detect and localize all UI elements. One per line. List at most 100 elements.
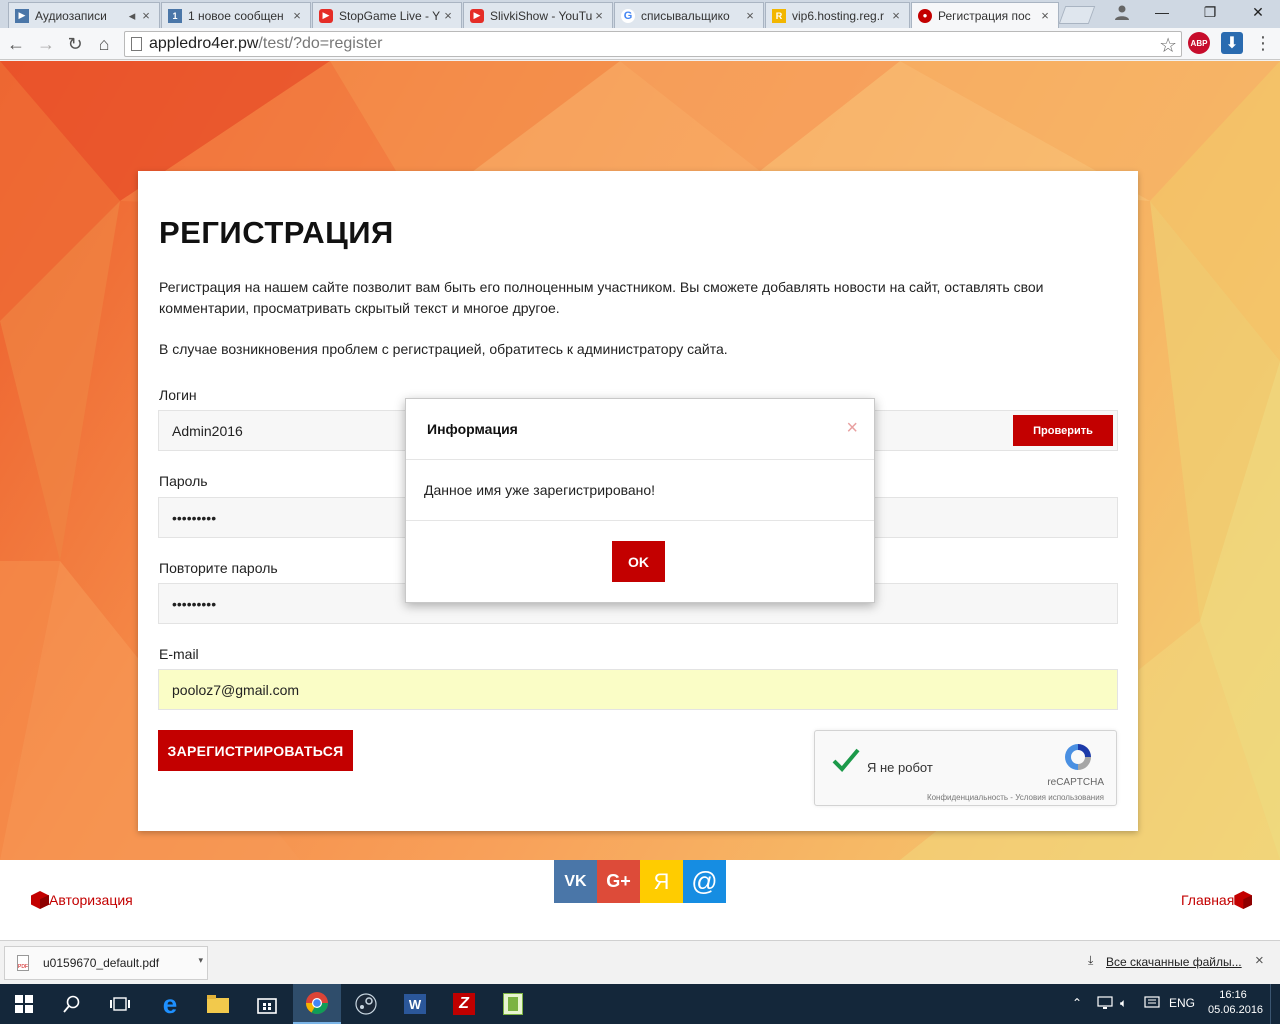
tray-expand-icon[interactable]: ⌃ [1072, 996, 1082, 1010]
check-login-button[interactable]: Проверить [1013, 415, 1113, 446]
login-value: Admin2016 [172, 422, 243, 439]
new-tab-button[interactable] [1058, 6, 1096, 24]
url-host: appledro4er.pw [149, 35, 259, 52]
ok-button[interactable]: OK [612, 541, 665, 582]
pdf-file-icon: PDF [17, 955, 29, 971]
bookmark-star-icon[interactable]: ☆ [1159, 33, 1177, 58]
close-icon[interactable]: × [846, 417, 858, 440]
close-icon[interactable]: × [441, 8, 455, 23]
info-modal: Информация × Данное имя уже зарегистриро… [405, 398, 875, 603]
recaptcha-label: Я не робот [867, 760, 933, 775]
download-bar: PDF u0159670_default.pdf ▾ ⤓ Все скачанн… [0, 940, 1280, 984]
restore-icon[interactable]: ❐ [1190, 0, 1230, 24]
repeat-password-label: Повторите пароль [159, 560, 278, 576]
start-button-windows-icon[interactable] [0, 984, 48, 1024]
vk-favicon-icon: ▶ [15, 8, 29, 23]
cube-icon [31, 891, 49, 909]
forward-icon[interactable]: → [34, 32, 58, 56]
reload-icon[interactable]: ↻ [63, 32, 87, 56]
intro-text: Регистрация на нашем сайте позволит вам … [159, 279, 1044, 316]
close-icon[interactable]: × [1255, 952, 1264, 969]
window-close-icon[interactable]: ✕ [1238, 0, 1278, 24]
close-icon[interactable]: × [139, 8, 153, 23]
home-icon[interactable]: ⌂ [92, 32, 116, 56]
windows-taskbar: e W Z ⌃ 🔈︎ ENG 16:16 05.06.2016 [0, 984, 1280, 1024]
email-input[interactable]: pooloz7@gmail.com [158, 669, 1118, 710]
language-indicator[interactable]: ENG [1169, 996, 1195, 1010]
download-item[interactable]: PDF u0159670_default.pdf ▾ [4, 946, 208, 980]
modal-divider [406, 520, 874, 521]
task-view-icon[interactable] [96, 984, 144, 1024]
search-icon[interactable] [48, 984, 96, 1024]
browser-toolbar: ← → ↻ ⌂ appledro4er.pw /test/?do=registe… [0, 28, 1280, 60]
address-bar[interactable]: appledro4er.pw /test/?do=register ☆ [124, 31, 1182, 57]
email-value: pooloz7@gmail.com [172, 681, 300, 698]
close-icon[interactable]: × [592, 8, 606, 23]
password-value: ••••••••• [172, 509, 217, 526]
notepad-plus-icon[interactable] [489, 984, 537, 1024]
youtube-favicon-icon: ▶ [470, 8, 484, 23]
user-profile-icon[interactable] [1102, 0, 1142, 24]
close-icon[interactable]: × [290, 8, 304, 23]
help-text: В случае возникновения проблем с регистр… [159, 341, 728, 357]
chevron-down-icon[interactable]: ▾ [198, 955, 203, 966]
browser-tab[interactable]: ▶ Аудиозаписи ◂ × [8, 2, 160, 28]
close-icon[interactable]: × [889, 8, 903, 23]
mailru-share-icon[interactable]: @ [683, 860, 726, 903]
auth-link[interactable]: Авторизация [31, 891, 133, 909]
chrome-icon[interactable] [293, 984, 341, 1024]
adblock-icon[interactable]: ABP [1188, 32, 1210, 54]
browser-tab[interactable]: ▶ SlivkiShow - YouTu × [463, 2, 613, 28]
browser-tabstrip: ▶ Аудиозаписи ◂ × 1 1 новое сообщен × ▶ … [0, 0, 1280, 28]
recaptcha-terms-link[interactable]: Конфиденциальность - Условия использован… [927, 793, 1104, 802]
repeat-password-value: ••••••••• [172, 595, 217, 612]
modal-divider [406, 459, 874, 460]
close-icon[interactable]: × [1038, 8, 1052, 23]
download-filename: u0159670_default.pdf [43, 956, 160, 970]
download-icon: ⤓ [1088, 953, 1094, 967]
yandex-share-icon[interactable]: Я [640, 860, 683, 903]
browser-tab[interactable]: ▶ StopGame Live - Y × [312, 2, 462, 28]
modal-message: Данное имя уже зарегистрировано! [424, 482, 656, 498]
vk-share-icon[interactable]: VK [554, 860, 597, 903]
register-button[interactable]: ЗАРЕГИСТРИРОВАТЬСЯ [158, 730, 353, 771]
google-favicon-icon: G [621, 8, 635, 23]
audio-icon: ◂ [128, 7, 136, 23]
tab-title: SlivkiShow - YouTu [490, 8, 592, 23]
browser-tab[interactable]: 1 1 новое сообщен × [161, 2, 311, 28]
email-label: E-mail [159, 646, 199, 662]
store-icon[interactable] [243, 984, 291, 1024]
recaptcha-widget[interactable]: Я не робот reCAPTCHA Конфиденциальность … [814, 730, 1117, 806]
show-all-downloads-link[interactable]: Все скачанные файлы... [1106, 955, 1242, 969]
filezilla-icon[interactable]: Z [440, 984, 488, 1024]
auth-link-label: Авторизация [49, 892, 133, 908]
browser-tab-active[interactable]: ● Регистрация пос × [911, 2, 1059, 28]
edge-icon[interactable]: e [146, 984, 194, 1024]
site-favicon-icon: ● [918, 8, 932, 23]
url-path: /test/?do=register [258, 35, 383, 52]
minimize-icon[interactable]: — [1142, 0, 1182, 24]
google-plus-share-icon[interactable]: G+ [597, 860, 640, 903]
close-icon[interactable]: × [743, 8, 757, 23]
password-label: Пароль [159, 473, 208, 489]
download-extension-icon[interactable]: ⬇ [1221, 32, 1243, 54]
home-link[interactable]: Главная [1181, 891, 1253, 909]
back-icon[interactable]: ← [4, 32, 28, 56]
tab-title: Аудиозаписи [35, 8, 107, 23]
steam-icon[interactable] [342, 984, 390, 1024]
browser-tab[interactable]: G списывальщико × [614, 2, 764, 28]
word-icon[interactable]: W [391, 984, 439, 1024]
browser-tab[interactable]: R vip6.hosting.reg.r × [765, 2, 910, 28]
login-label: Логин [159, 387, 197, 403]
checkmark-icon[interactable] [831, 745, 861, 775]
tab-title: StopGame Live - Y [339, 8, 441, 23]
home-link-label: Главная [1181, 892, 1235, 908]
network-icon[interactable] [1097, 996, 1113, 1013]
volume-icon[interactable]: 🔈︎ [1120, 996, 1127, 1011]
browser-menu-icon[interactable]: ⋮ [1252, 32, 1274, 54]
notification-icon[interactable] [1144, 996, 1160, 1013]
clock[interactable]: 16:16 05.06.2016 [1208, 988, 1263, 1018]
file-explorer-icon[interactable] [194, 984, 242, 1024]
modal-title: Информация [427, 421, 518, 437]
show-desktop-button[interactable] [1270, 984, 1280, 1024]
